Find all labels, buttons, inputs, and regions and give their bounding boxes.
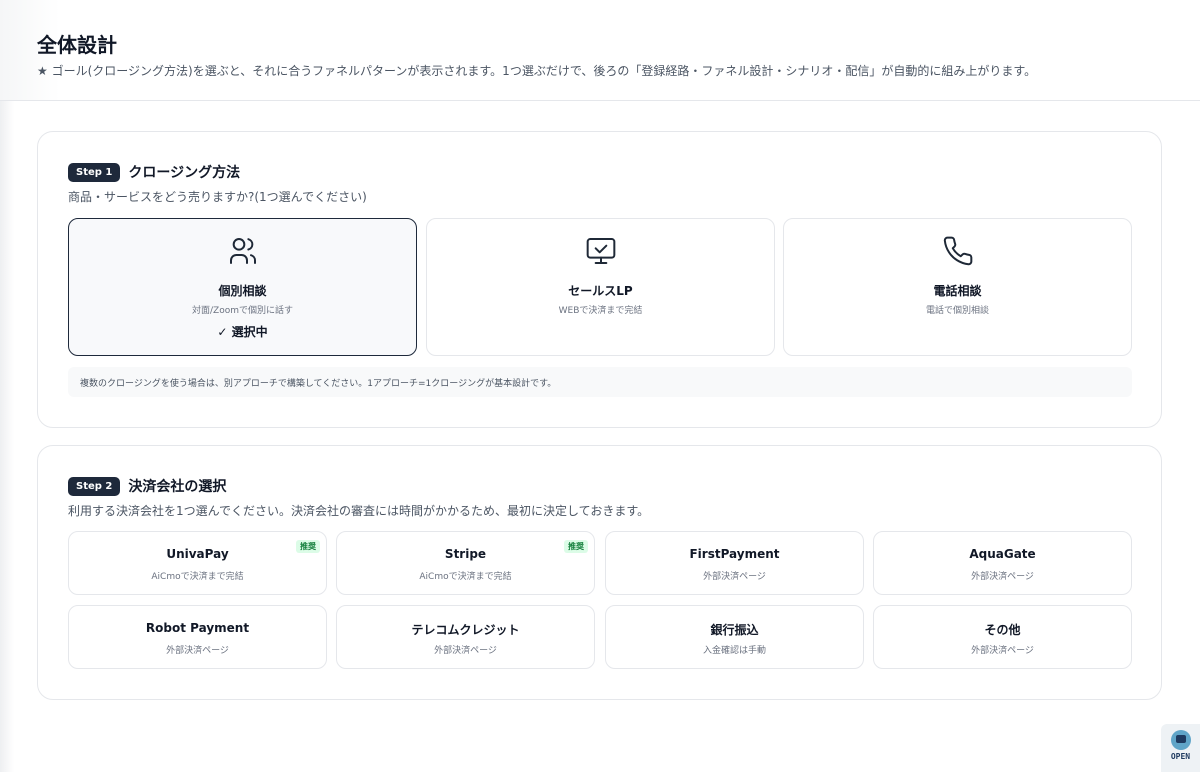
step2-card: Step 2 決済会社の選択 利用する決済会社を1つ選んでください。決済会社の審… [37,445,1162,700]
provider-bank-transfer[interactable]: 銀行振込 入金確認は手動 [605,605,864,669]
provider-name: テレコムクレジット [411,623,520,637]
step2-description: 利用する決済会社を1つ選んでください。決済会社の審査には時間がかかるため、最初に… [68,504,650,518]
provider-univapay[interactable]: 推奨 UnivaPay AiCmoで決済まで完結 [68,531,327,595]
provider-description: 外部決済ページ [703,572,766,582]
users-icon [229,238,256,264]
provider-description: AiCmoで決済まで完結 [151,572,244,582]
step1-card: Step 1 クロージング方法 商品・サービスをどう売りますか?(1つ選んでくだ… [37,131,1162,428]
provider-telecom-credit[interactable]: テレコムクレジット 外部決済ページ [336,605,595,669]
provider-aquagate[interactable]: AquaGate 外部決済ページ [873,531,1132,595]
provider-description: AiCmoで決済まで完結 [419,572,512,582]
provider-name: FirstPayment [689,547,780,561]
page-header: 全体設計 ★ ゴール(クロージング方法)を選ぶと、それに合うファネルパターンが表… [0,0,1200,101]
provider-description: 入金確認は手動 [702,646,766,656]
option-individual-consultation[interactable]: 個別相談 対面/Zoomで個別に話す ✓ 選択中 [68,218,417,356]
provider-name: UnivaPay [166,547,229,561]
step2-badge: Step 2 [68,476,121,496]
left-edge-shadow [0,100,14,772]
provider-description: 外部決済ページ [166,646,229,656]
option-name: 電話相談 [933,284,982,298]
step2-title: 決済会社の選択 [128,479,227,495]
provider-name: 銀行振込 [710,623,759,637]
provider-other[interactable]: その他 外部決済ページ [873,605,1132,669]
option-sales-lp[interactable]: セールスLP WEBで決済まで完結 [426,218,775,356]
option-description: WEBで決済まで完結 [558,306,643,316]
provider-robot-payment[interactable]: Robot Payment 外部決済ページ [68,605,327,669]
provider-name: AquaGate [969,547,1036,561]
page-title: 全体設計 [37,33,117,57]
provider-description: 外部決済ページ [971,572,1034,582]
provider-description: 外部決済ページ [971,646,1034,656]
step1-note: 複数のクロージングを使う場合は、別アプローチで構築してください。1アプローチ=1… [68,367,1132,397]
open-label: OPEN [1170,752,1191,761]
provider-stripe[interactable]: 推奨 Stripe AiCmoで決済まで完結 [336,531,595,595]
step2-header: Step 2 決済会社の選択 [68,476,226,496]
chat-icon [1170,730,1191,750]
step1-description: 商品・サービスをどう売りますか?(1つ選んでください) [68,190,367,204]
option-description: 対面/Zoomで個別に話す [192,306,293,316]
option-phone-consultation[interactable]: 電話相談 電話で個別相談 [783,218,1132,356]
monitor-check-icon [586,238,615,264]
selected-status: ✓ 選択中 [217,325,268,339]
step1-header: Step 1 クロージング方法 [68,162,240,182]
open-widget-button[interactable]: OPEN [1161,724,1200,772]
provider-description: 外部決済ページ [434,646,497,656]
step1-badge: Step 1 [68,162,121,182]
option-name: セールスLP [568,284,633,298]
option-description: 電話で個別相談 [925,306,989,316]
page-subtitle: ★ ゴール(クロージング方法)を選ぶと、それに合うファネルパターンが表示されます… [37,64,1037,78]
step1-title: クロージング方法 [128,165,241,181]
provider-name: Stripe [444,547,487,561]
provider-firstpayment[interactable]: FirstPayment 外部決済ページ [605,531,864,595]
option-name: 個別相談 [218,284,267,298]
provider-name: Robot Payment [145,621,250,635]
provider-name: その他 [984,623,1021,637]
phone-icon [943,236,972,266]
